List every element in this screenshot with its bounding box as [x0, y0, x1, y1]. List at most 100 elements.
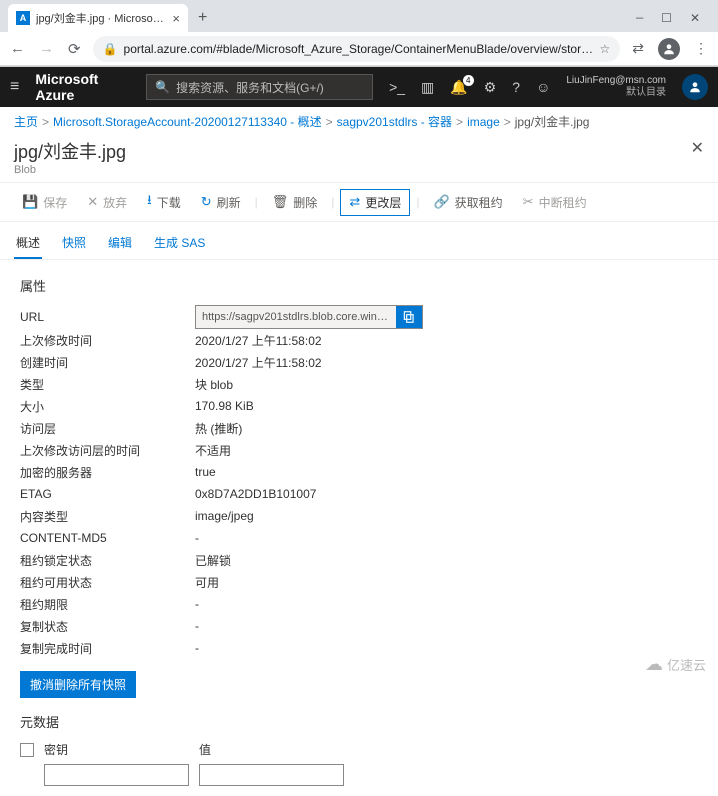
- save-button[interactable]: 💾保存: [14, 190, 75, 215]
- cloud-icon: ☁: [645, 654, 663, 675]
- prop-leasestate-value: 可用: [195, 574, 219, 591]
- url-text: portal.azure.com/#blade/Microsoft_Azure_…: [124, 42, 594, 56]
- tab-title: jpg/刘金丰.jpg · Microsoft Azu…: [36, 10, 166, 26]
- delete-button[interactable]: 🗑删除: [264, 190, 326, 215]
- azure-favicon: A: [16, 11, 30, 25]
- header-icons: >_ ▥ 🔔4 ⚙ ? ☺ LiuJinFeng@msn.com 默认目录: [389, 74, 708, 100]
- blade-close-icon[interactable]: ✕: [691, 138, 704, 158]
- refresh-button[interactable]: ↻刷新: [193, 190, 249, 215]
- azure-brand[interactable]: Microsoft Azure: [35, 71, 130, 103]
- prop-leaseduration-label: 租约期限: [20, 596, 195, 613]
- prop-copycompleted-label: 复制完成时间: [20, 640, 195, 657]
- discard-button[interactable]: ✕放弃: [79, 190, 135, 215]
- user-account[interactable]: LiuJinFeng@msn.com 默认目录: [566, 75, 666, 99]
- notifications-icon[interactable]: 🔔4: [450, 79, 467, 96]
- directory-filter-icon[interactable]: ▥: [421, 79, 434, 96]
- url-bar: ← → ⟳ 🔒 portal.azure.com/#blade/Microsof…: [0, 32, 718, 66]
- prop-accesstier-value: 热 (推断): [195, 420, 242, 437]
- address-bar[interactable]: 🔒 portal.azure.com/#blade/Microsoft_Azur…: [93, 36, 621, 62]
- tab-generate-sas[interactable]: 生成 SAS: [152, 228, 207, 259]
- window-minimize-icon[interactable]: —: [636, 11, 643, 26]
- new-tab-button[interactable]: +: [192, 9, 213, 27]
- hamburger-menu-icon[interactable]: ≡: [10, 78, 19, 96]
- lock-icon: 🔒: [103, 42, 118, 56]
- prop-size-label: 大小: [20, 398, 195, 415]
- blade-tabs: 概述 快照 编辑 生成 SAS: [0, 222, 718, 260]
- profile-avatar[interactable]: [658, 38, 680, 60]
- settings-gear-icon[interactable]: ⚙: [484, 79, 497, 96]
- prop-accesstier-modified-value: 不适用: [195, 442, 231, 459]
- star-icon[interactable]: ☆: [600, 42, 611, 56]
- metadata-section-title: 元数据: [20, 712, 698, 731]
- prop-leasestate-label: 租约可用状态: [20, 574, 195, 591]
- metadata-value-input[interactable]: [199, 764, 344, 786]
- tab-snapshots[interactable]: 快照: [60, 228, 88, 259]
- refresh-icon: ↻: [201, 194, 212, 210]
- prop-copystatus-label: 复制状态: [20, 618, 195, 635]
- prop-encrypted-label: 加密的服务器: [20, 464, 195, 481]
- prop-type-value: 块 blob: [195, 376, 233, 393]
- reload-icon[interactable]: ⟳: [68, 40, 81, 58]
- notification-badge: 4: [463, 75, 474, 86]
- prop-created-value: 2020/1/27 上午11:58:02: [195, 354, 322, 371]
- prop-created-label: 创建时间: [20, 354, 195, 371]
- browser-tab[interactable]: A jpg/刘金丰.jpg · Microsoft Azu… ×: [8, 4, 188, 32]
- breadcrumb-deployment[interactable]: Microsoft.StorageAccount-20200127113340 …: [53, 113, 322, 130]
- change-tier-button[interactable]: ⇄更改层: [340, 189, 410, 216]
- watermark-text: 亿速云: [667, 655, 706, 674]
- translate-icon[interactable]: ⇄: [632, 40, 644, 57]
- prop-encrypted-value: true: [195, 465, 216, 479]
- lease-icon: 🔗: [433, 194, 449, 210]
- window-maximize-icon[interactable]: ☐: [661, 11, 672, 26]
- blade-content: 属性 URL 上次修改时间2020/1/27 上午11:58:02 创建时间20…: [0, 260, 718, 796]
- user-avatar[interactable]: [682, 74, 708, 100]
- prop-accesstier-label: 访问层: [20, 420, 195, 437]
- breadcrumb: 主页> Microsoft.StorageAccount-20200127113…: [0, 107, 718, 136]
- delete-icon: 🗑: [272, 194, 289, 210]
- prop-leasestatus-label: 租约锁定状态: [20, 552, 195, 569]
- cloud-shell-icon[interactable]: >_: [389, 79, 405, 95]
- help-icon[interactable]: ?: [512, 79, 520, 95]
- tab-overview[interactable]: 概述: [14, 228, 42, 259]
- tab-strip: A jpg/刘金丰.jpg · Microsoft Azu… × + — ☐ ✕: [0, 0, 718, 32]
- prop-leaseduration-value: -: [195, 597, 199, 611]
- tab-edit[interactable]: 编辑: [106, 228, 134, 259]
- person-icon: [688, 80, 702, 94]
- user-email: LiuJinFeng@msn.com: [566, 75, 666, 87]
- copy-icon: [402, 310, 416, 324]
- prop-type-label: 类型: [20, 376, 195, 393]
- url-value-input[interactable]: [196, 306, 396, 328]
- command-bar: 💾保存 ✕放弃 ⭳下载 ↻刷新 | 🗑删除 | ⇄更改层 | 🔗获取租约 ✂中断…: [0, 182, 718, 222]
- blade-subtitle: Blob: [14, 164, 126, 176]
- metadata-select-all-checkbox[interactable]: [20, 743, 34, 757]
- breadcrumb-container[interactable]: image: [467, 115, 500, 129]
- prop-accesstier-modified-label: 上次修改访问层的时间: [20, 442, 195, 459]
- forward-icon[interactable]: →: [39, 40, 54, 58]
- browser-menu-icon[interactable]: ⋮: [694, 40, 708, 57]
- tab-close-icon[interactable]: ×: [172, 11, 180, 26]
- person-icon: [662, 42, 676, 56]
- browser-toolbar-right: ⇄ ⋮: [632, 38, 708, 60]
- global-search-input[interactable]: 🔍 搜索资源、服务和文档(G+/): [146, 74, 373, 100]
- search-placeholder: 搜索资源、服务和文档(G+/): [176, 79, 324, 96]
- acquire-lease-button[interactable]: 🔗获取租约: [425, 190, 510, 215]
- search-icon: 🔍: [155, 80, 170, 94]
- undelete-snapshots-button[interactable]: 撤消删除所有快照: [20, 671, 136, 698]
- download-button[interactable]: ⭳下载: [139, 187, 189, 217]
- watermark: ☁ 亿速云: [645, 654, 706, 675]
- prop-contenttype-value: image/jpeg: [195, 509, 254, 523]
- breadcrumb-home[interactable]: 主页: [14, 113, 38, 130]
- metadata-header-row: 密钥 值: [20, 741, 698, 758]
- metadata-key-input[interactable]: [44, 764, 189, 786]
- back-icon[interactable]: ←: [10, 40, 25, 58]
- break-lease-icon: ✂: [523, 194, 534, 210]
- window-controls: — ☐ ✕: [636, 11, 710, 26]
- breadcrumb-storage[interactable]: sagpv201stdlrs - 容器: [337, 113, 452, 130]
- window-close-icon[interactable]: ✕: [690, 11, 700, 26]
- change-tier-icon: ⇄: [349, 194, 360, 210]
- prop-size-value: 170.98 KiB: [195, 399, 254, 413]
- prop-contentmd5-label: CONTENT-MD5: [20, 531, 195, 545]
- copy-url-button[interactable]: [396, 306, 422, 328]
- break-lease-button[interactable]: ✂中断租约: [515, 190, 595, 215]
- feedback-icon[interactable]: ☺: [536, 79, 550, 95]
